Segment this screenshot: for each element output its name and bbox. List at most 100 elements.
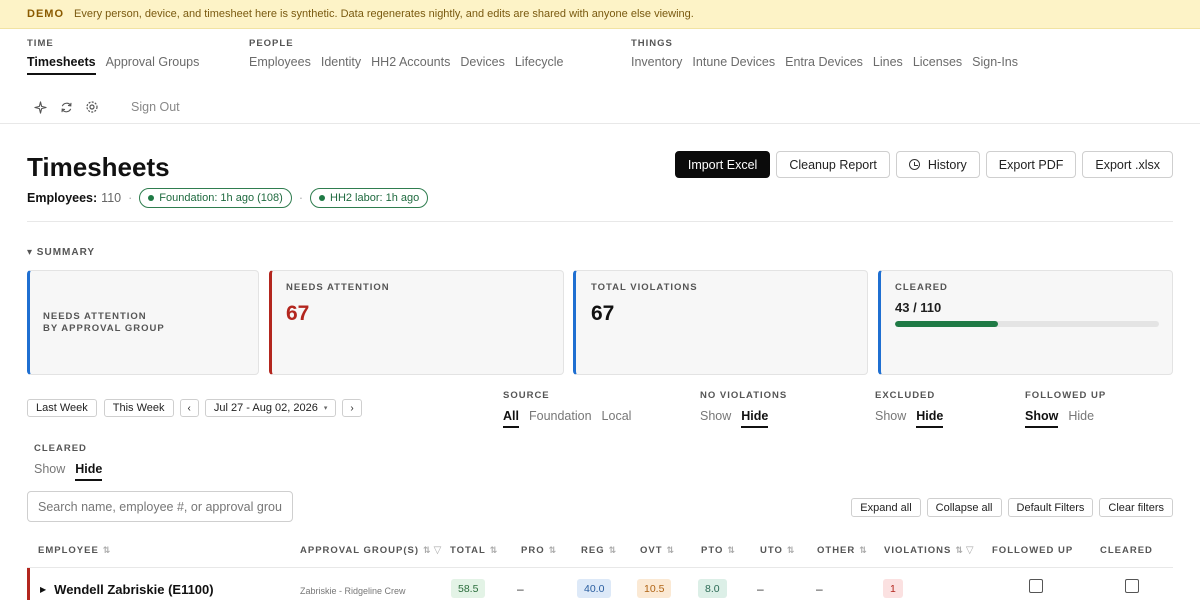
- search-input[interactable]: [27, 491, 293, 522]
- default-filters-button[interactable]: Default Filters: [1007, 498, 1094, 517]
- col-approval-groups[interactable]: APPROVAL GROUP(S) ⇅ ▽: [300, 545, 442, 556]
- expand-all-button[interactable]: Expand all: [851, 498, 921, 517]
- filter-funnel-icon[interactable]: ▽: [966, 545, 975, 556]
- clear-filters-button[interactable]: Clear filters: [1099, 498, 1173, 517]
- sort-icon: ⇅: [489, 545, 499, 555]
- card-cleared: CLEARED 43 / 110: [878, 270, 1173, 375]
- nav-time: TIME Timesheets Approval Groups: [27, 38, 199, 75]
- nav-item-timesheets[interactable]: Timesheets: [27, 55, 96, 75]
- no-violations-hide-option[interactable]: Hide: [741, 409, 769, 428]
- col-pto[interactable]: PTO ⇅: [701, 545, 736, 556]
- col-other[interactable]: OTHER ⇅: [817, 545, 868, 556]
- nav-item-lines[interactable]: Lines: [873, 55, 903, 73]
- expand-caret-icon[interactable]: ▶: [40, 585, 46, 594]
- filter-followed-up: FOLLOWED UP Show Hide: [1025, 390, 1106, 428]
- export-pdf-button[interactable]: Export PDF: [985, 151, 1077, 178]
- excluded-show-option[interactable]: Show: [875, 409, 906, 428]
- row-other: –: [816, 582, 823, 596]
- source-local-option[interactable]: Local: [602, 409, 632, 428]
- sort-icon: ⇅: [423, 545, 432, 555]
- employee-name: Wendell Zabriskie (E1100): [54, 582, 214, 597]
- source-foundation-option[interactable]: Foundation: [529, 409, 592, 428]
- employee-stats: Employees: 110 · Foundation: 1h ago (108…: [27, 188, 429, 208]
- page-title: Timesheets: [27, 152, 170, 182]
- employees-label: Employees:: [27, 191, 98, 205]
- nav-things-label: THINGS: [631, 38, 673, 49]
- nav-item-identity[interactable]: Identity: [321, 55, 361, 73]
- filter-no-violations-label: NO VIOLATIONS: [700, 390, 788, 401]
- summary-toggle[interactable]: ▾ SUMMARY: [27, 247, 95, 258]
- row-violations-badge: 1: [883, 579, 903, 598]
- card-total-violations-value: 67: [591, 302, 615, 325]
- excluded-hide-option[interactable]: Hide: [916, 409, 944, 428]
- col-violations[interactable]: VIOLATIONS ⇅ ▽: [884, 545, 975, 556]
- row-total-badge: 58.5: [451, 579, 486, 598]
- page-actions: Import Excel Cleanup Report History Expo…: [674, 151, 1173, 178]
- nav-item-lifecycle[interactable]: Lifecycle: [515, 55, 564, 73]
- card-total-violations-label: TOTAL VIOLATIONS: [591, 282, 698, 293]
- nav-item-devices[interactable]: Devices: [460, 55, 504, 73]
- refresh-icon[interactable]: [59, 100, 73, 114]
- nav-people: PEOPLE Employees Identity HH2 Accounts D…: [249, 38, 563, 73]
- date-range-picker[interactable]: Jul 27 - Aug 02, 2026 ▾: [204, 399, 337, 417]
- sort-icon: ⇅: [548, 545, 558, 555]
- nav-item-hh2-accounts[interactable]: HH2 Accounts: [371, 55, 450, 73]
- clock-icon: [908, 159, 920, 170]
- nav-item-sign-ins[interactable]: Sign-Ins: [972, 55, 1018, 73]
- nav-item-intune-devices[interactable]: Intune Devices: [692, 55, 775, 73]
- table-row-employee[interactable]: ▶ Wendell Zabriskie (E1100): [40, 582, 214, 597]
- col-other-label: OTHER: [817, 545, 856, 556]
- cleared-show-option[interactable]: Show: [34, 462, 65, 481]
- table-header-divider: [27, 567, 1173, 568]
- row-pto-badge: 8.0: [698, 579, 727, 598]
- import-excel-button[interactable]: Import Excel: [674, 151, 771, 178]
- cleared-progress-bar: [895, 321, 1159, 327]
- nav-item-licenses[interactable]: Licenses: [913, 55, 962, 73]
- col-total[interactable]: TOTAL ⇅: [450, 545, 498, 556]
- card-cleared-label: CLEARED: [895, 282, 948, 293]
- col-uto[interactable]: UTO ⇅: [760, 545, 795, 556]
- nav-item-inventory[interactable]: Inventory: [631, 55, 682, 73]
- col-pto-label: PTO: [701, 545, 724, 556]
- last-week-button[interactable]: Last Week: [27, 399, 97, 417]
- card-by-group-label-1: NEEDS ATTENTION: [43, 311, 147, 322]
- col-reg[interactable]: REG ⇅: [581, 545, 617, 556]
- hh2-sync-text: HH2 labor: 1h ago: [330, 192, 420, 204]
- nav-item-entra-devices[interactable]: Entra Devices: [785, 55, 863, 73]
- filter-no-violations: NO VIOLATIONS Show Hide: [700, 390, 787, 428]
- filter-cleared-label: CLEARED: [34, 443, 87, 454]
- nav-item-approval-groups[interactable]: Approval Groups: [106, 55, 200, 75]
- cleared-hide-option[interactable]: Hide: [75, 462, 103, 481]
- source-all-option[interactable]: All: [503, 409, 519, 428]
- sort-icon: ⇅: [955, 545, 964, 555]
- nav-item-employees[interactable]: Employees: [249, 55, 311, 73]
- no-violations-show-option[interactable]: Show: [700, 409, 731, 428]
- collapse-all-button[interactable]: Collapse all: [926, 498, 1002, 517]
- col-ovt[interactable]: OVT ⇅: [640, 545, 675, 556]
- header-divider: [0, 123, 1200, 124]
- card-needs-attention: NEEDS ATTENTION 67: [269, 270, 564, 375]
- followed-up-hide-option[interactable]: Hide: [1068, 409, 1094, 428]
- sort-icon: ⇅: [859, 545, 868, 555]
- sign-out-link[interactable]: Sign Out: [131, 100, 180, 114]
- row-approval-group: Zabriskie - Ridgeline Crew: [300, 586, 406, 596]
- col-employee[interactable]: EMPLOYEE ⇅: [38, 545, 111, 556]
- col-total-label: TOTAL: [450, 545, 486, 556]
- followed-up-checkbox[interactable]: [1029, 579, 1043, 593]
- table-actions: Expand all Collapse all Default Filters …: [851, 498, 1173, 517]
- filter-funnel-icon[interactable]: ▽: [434, 545, 443, 556]
- cleanup-report-button[interactable]: Cleanup Report: [776, 151, 890, 178]
- followed-up-show-option[interactable]: Show: [1025, 409, 1059, 428]
- demo-message: Every person, device, and timesheet here…: [74, 8, 694, 20]
- next-week-button[interactable]: ›: [342, 399, 362, 417]
- col-pro[interactable]: PRO ⇅: [521, 545, 557, 556]
- gear-icon[interactable]: [85, 100, 99, 114]
- this-week-button[interactable]: This Week: [103, 399, 174, 417]
- col-cleared-label: CLEARED: [1100, 545, 1153, 556]
- export-xlsx-button[interactable]: Export .xlsx: [1082, 151, 1173, 178]
- history-button[interactable]: History: [895, 151, 980, 178]
- sparkle-icon[interactable]: [33, 100, 47, 114]
- date-range-text: Jul 27 - Aug 02, 2026: [213, 402, 318, 414]
- cleared-checkbox[interactable]: [1125, 579, 1139, 593]
- prev-week-button[interactable]: ‹: [179, 399, 199, 417]
